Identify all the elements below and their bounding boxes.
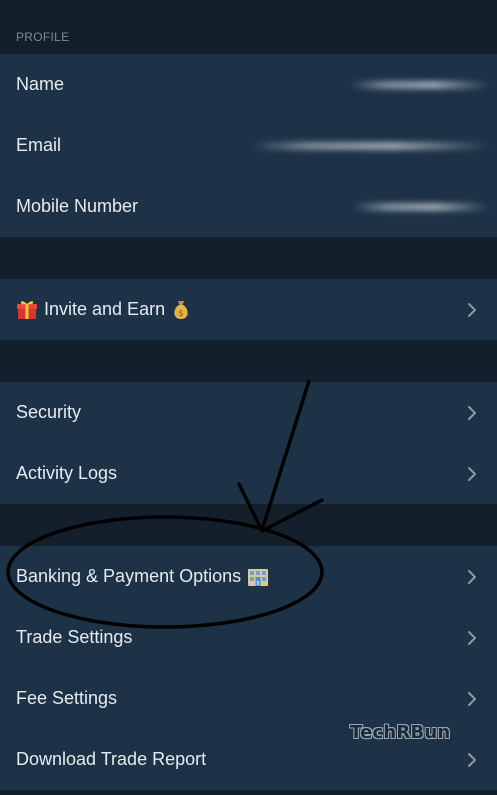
banking-payment-options-row[interactable]: Banking & Payment Options $ bbox=[0, 546, 497, 607]
profile-group: Name Email Mobile Number bbox=[0, 54, 497, 237]
invite-and-earn-row[interactable]: Invite and Earn $ bbox=[0, 279, 497, 340]
section-spacer bbox=[0, 340, 497, 382]
profile-email-row: Email bbox=[0, 115, 497, 176]
chevron-right-icon bbox=[465, 466, 479, 482]
profile-mobile-label: Mobile Number bbox=[16, 196, 139, 216]
fee-settings-label: Fee Settings bbox=[16, 688, 118, 708]
settings-group: Banking & Payment Options $ Trade Settin… bbox=[0, 546, 497, 790]
bank-icon: $ bbox=[247, 567, 269, 587]
svg-text:$: $ bbox=[178, 309, 184, 319]
settings-screen: PROFILE Name Email Mobile Number Invite … bbox=[0, 0, 497, 795]
trade-settings-row[interactable]: Trade Settings bbox=[0, 607, 497, 668]
section-label-profile: PROFILE bbox=[0, 0, 497, 54]
trade-settings-label: Trade Settings bbox=[16, 627, 133, 647]
profile-mobile-row: Mobile Number bbox=[0, 176, 497, 237]
chevron-right-icon bbox=[465, 691, 479, 707]
referral-group: Invite and Earn $ bbox=[0, 279, 497, 340]
security-row[interactable]: Security bbox=[0, 382, 497, 443]
activity-logs-label: Activity Logs bbox=[16, 463, 118, 483]
chevron-right-icon bbox=[465, 569, 479, 585]
svg-text:$: $ bbox=[257, 580, 260, 586]
chevron-right-icon bbox=[465, 405, 479, 421]
account-group: Security Activity Logs bbox=[0, 382, 497, 504]
section-spacer bbox=[0, 237, 497, 279]
section-spacer bbox=[0, 504, 497, 546]
profile-email-label: Email bbox=[16, 135, 62, 155]
chevron-right-icon bbox=[465, 302, 479, 318]
activity-logs-row[interactable]: Activity Logs bbox=[0, 443, 497, 504]
profile-mobile-value-redacted bbox=[352, 202, 490, 211]
download-trade-report-label: Download Trade Report bbox=[16, 749, 207, 769]
invite-and-earn-label: Invite and Earn bbox=[44, 299, 166, 319]
fee-settings-row[interactable]: Fee Settings bbox=[0, 668, 497, 729]
chevron-right-icon bbox=[465, 630, 479, 646]
gift-icon bbox=[16, 300, 38, 320]
money-bag-icon: $ bbox=[171, 299, 191, 321]
profile-name-row: Name bbox=[0, 54, 497, 115]
profile-email-value-redacted bbox=[250, 141, 490, 150]
profile-name-value-redacted bbox=[350, 80, 490, 89]
chevron-right-icon bbox=[465, 752, 479, 768]
banking-payment-options-label: Banking & Payment Options bbox=[16, 566, 242, 586]
security-label: Security bbox=[16, 402, 82, 422]
watermark-text: TechRBun bbox=[350, 722, 451, 743]
profile-name-label: Name bbox=[16, 74, 65, 94]
